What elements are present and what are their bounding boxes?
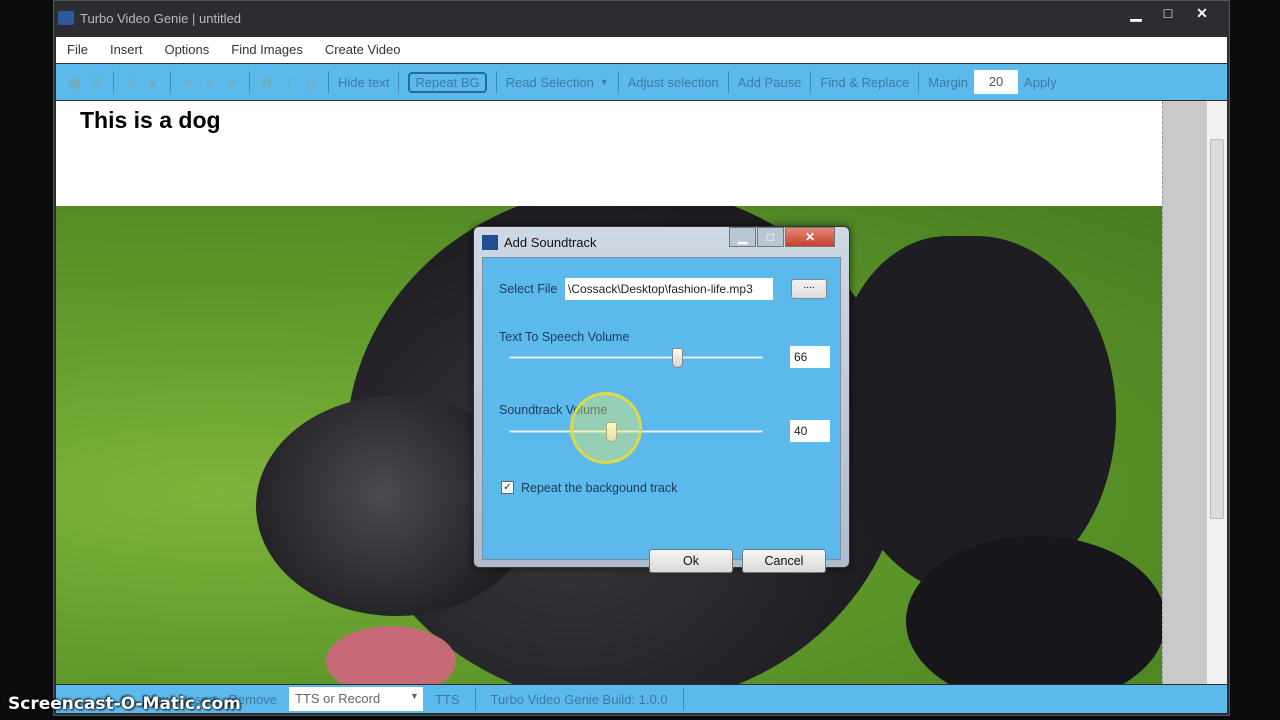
- app-icon: [58, 11, 74, 25]
- tts-volume-label: Text To Speech Volume: [499, 330, 630, 344]
- separator: [727, 71, 729, 93]
- tts-select-value: TTS or Record: [294, 691, 381, 706]
- watermark: Screencast-O-Matic.com: [8, 694, 241, 714]
- menu-bar: File Insert Options Find Images Create V…: [56, 37, 1227, 63]
- dialog-maximize-button[interactable]: □: [757, 227, 784, 247]
- tts-volume-slider[interactable]: [509, 356, 763, 359]
- separator: [495, 71, 497, 93]
- chevron-down-icon: ▼: [410, 691, 419, 701]
- build-label: Turbo Video Genie Build: 1.0.0: [490, 691, 668, 707]
- separator: [328, 71, 329, 93]
- menu-insert[interactable]: Insert: [99, 37, 154, 63]
- find-replace-button[interactable]: Find & Replace: [820, 75, 909, 90]
- layout-icon[interactable]: ☰: [88, 75, 104, 90]
- repeat-track-label: Repeat the backgound track: [521, 481, 678, 495]
- select-file-label: Select File: [499, 282, 558, 296]
- separator: [249, 71, 250, 93]
- read-selection-dropdown-icon[interactable]: ▼: [600, 77, 609, 87]
- separator: [398, 71, 400, 93]
- menu-options[interactable]: Options: [153, 37, 220, 63]
- separator: [170, 71, 171, 93]
- maximize-button[interactable]: □: [1155, 5, 1181, 23]
- tts-or-record-select[interactable]: TTS or Record ▼: [288, 687, 423, 711]
- dialog-app-icon: [482, 235, 498, 250]
- separator: [810, 71, 812, 93]
- browse-button[interactable]: ....: [791, 279, 827, 299]
- side-panel: [1162, 101, 1207, 684]
- tts-volume-input[interactable]: 66: [790, 346, 830, 368]
- editor-heading: This is a dog: [80, 107, 221, 133]
- soundtrack-volume-input[interactable]: 40: [790, 420, 830, 442]
- menu-find-images[interactable]: Find Images: [220, 37, 314, 63]
- cancel-button[interactable]: Cancel: [742, 549, 826, 573]
- cursor-highlight: [570, 392, 642, 464]
- window-title: Turbo Video Genie | untitled: [80, 11, 241, 26]
- separator: [918, 71, 920, 93]
- bold-button[interactable]: B: [259, 75, 275, 90]
- separator: [617, 71, 619, 93]
- apply-button[interactable]: Apply: [1024, 75, 1057, 90]
- separator: [682, 688, 684, 710]
- font-icon[interactable]: A: [123, 75, 139, 90]
- dialog-title: Add Soundtrack: [504, 235, 597, 250]
- separator: [113, 71, 114, 93]
- image-icon[interactable]: ▦: [66, 75, 82, 90]
- add-soundtrack-dialog: Add Soundtrack ▁ □ ✕ Select File \Cossac…: [473, 226, 850, 573]
- scrollbar-thumb[interactable]: [1210, 139, 1224, 519]
- file-path-input[interactable]: \Cossack\Desktop\fashion-life.mp3: [565, 278, 773, 300]
- minimize-button[interactable]: ▁: [1123, 5, 1149, 23]
- vertical-scrollbar[interactable]: [1207, 101, 1227, 684]
- tts-button[interactable]: TTS: [435, 692, 460, 707]
- ok-button[interactable]: Ok: [649, 549, 733, 573]
- margin-input[interactable]: 20: [974, 70, 1019, 94]
- dialog-body: Select File \Cossack\Desktop\fashion-lif…: [482, 257, 841, 573]
- align-left-icon[interactable]: ≡: [180, 75, 196, 90]
- margin-label: Margin: [928, 74, 969, 90]
- title-bar: Turbo Video Genie | untitled ▁ □ ✕: [54, 1, 1229, 36]
- color-icon[interactable]: ●: [145, 75, 161, 90]
- close-button[interactable]: ✕: [1189, 5, 1215, 23]
- menu-file[interactable]: File: [56, 37, 99, 63]
- italic-button[interactable]: I: [281, 75, 297, 90]
- toolbar: ▦ ☰ A ● ≡ ≡ ≡ B I U Hide text Repeat BG …: [56, 64, 1227, 100]
- menu-create-video[interactable]: Create Video: [314, 37, 412, 63]
- dialog-close-button[interactable]: ✕: [785, 227, 835, 247]
- read-selection-button[interactable]: Read Selection: [506, 75, 594, 90]
- dialog-minimize-button[interactable]: ▁: [729, 227, 756, 247]
- underline-button[interactable]: U: [303, 75, 319, 90]
- text-editor[interactable]: This is a dog: [56, 101, 1162, 206]
- align-right-icon[interactable]: ≡: [224, 75, 240, 90]
- separator: [474, 688, 476, 710]
- adjust-selection-button[interactable]: Adjust selection: [628, 75, 719, 90]
- hide-text-button[interactable]: Hide text: [338, 75, 389, 90]
- repeat-bg-button[interactable]: Repeat BG: [408, 71, 487, 93]
- tts-volume-slider-thumb[interactable]: [671, 348, 683, 368]
- align-center-icon[interactable]: ≡: [202, 75, 218, 90]
- repeat-track-checkbox[interactable]: ✓: [501, 481, 514, 494]
- add-pause-button[interactable]: Add Pause: [738, 75, 802, 90]
